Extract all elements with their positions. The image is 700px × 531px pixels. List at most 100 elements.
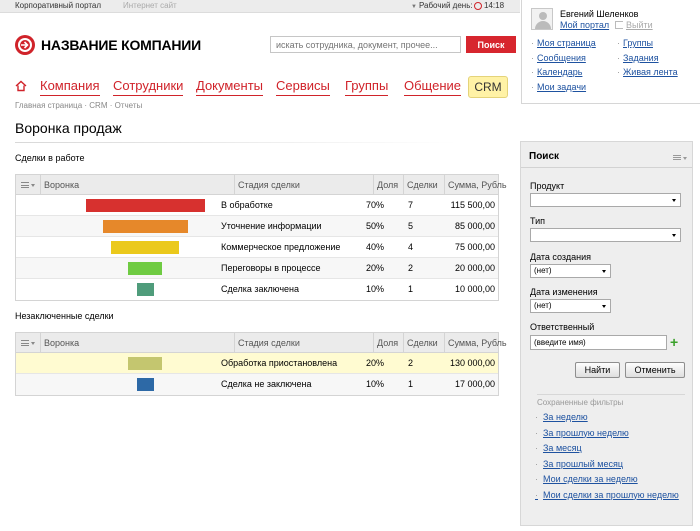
table-row[interactable]: Сделка заключена 10% 1 10 000,00 xyxy=(16,279,498,300)
product-select[interactable] xyxy=(530,193,681,207)
search-input[interactable] xyxy=(270,36,461,53)
share-cell: 10% xyxy=(365,379,384,389)
link-calendar[interactable]: · Календарь xyxy=(531,67,596,82)
link-messages[interactable]: · Сообщения xyxy=(531,53,596,68)
top-bar: Корпоративный портал Интернет сайт ▼ Рабо… xyxy=(0,0,520,13)
link-my-page[interactable]: · Моя страница xyxy=(531,38,596,53)
nav-documents[interactable]: Документы xyxy=(196,78,264,96)
title-divider xyxy=(15,142,457,143)
share-cell: 20% xyxy=(365,358,384,368)
table-header: Воронка Стадия сделки Доля Сделки Сумма,… xyxy=(16,333,507,353)
saved-filter-my-week[interactable]: · Мои сделки за неделю xyxy=(535,474,690,485)
column-deals[interactable]: Сделки xyxy=(403,175,444,194)
user-links-left: · Моя страница · Сообщения · Календарь · Мои… xyxy=(531,38,596,96)
column-stage[interactable]: Стадия сделки xyxy=(234,333,373,352)
nav-groups[interactable]: Группы xyxy=(345,78,389,96)
column-sum[interactable]: Сумма, Рубль xyxy=(444,333,507,352)
logout-icon xyxy=(615,21,623,29)
my-portal-link[interactable]: Мой портал xyxy=(560,20,609,30)
stage-cell: Сделка не заключена xyxy=(221,379,312,389)
responsible-input[interactable]: (введите имя) xyxy=(530,335,667,350)
changed-date-label: Дата изменения xyxy=(530,287,598,297)
deals-cell: 4 xyxy=(407,242,413,252)
type-select[interactable] xyxy=(530,228,681,242)
table-row[interactable]: Коммерческое предложение 40% 4 75 000,00 xyxy=(16,237,498,258)
chevron-down-icon xyxy=(672,199,676,202)
table-row[interactable]: Сделка не заключена 10% 1 17 000,00 xyxy=(16,374,498,395)
breadcrumb-crm[interactable]: CRM xyxy=(89,101,107,110)
nav-company[interactable]: Компания xyxy=(40,78,100,96)
saved-filter-last-month[interactable]: · За прошлый месяц xyxy=(535,459,690,470)
breadcrumb-home[interactable]: Главная страница xyxy=(15,101,82,110)
stage-cell: Переговоры в процессе xyxy=(221,263,321,273)
table-row[interactable]: Обработка приостановлена 20% 2 130 000,00 xyxy=(16,353,498,374)
breadcrumb-reports[interactable]: Отчеты xyxy=(115,101,143,110)
nav-communication[interactable]: Общение xyxy=(404,78,462,96)
sum-cell: 10 000,00 xyxy=(454,284,495,294)
menu-icon[interactable] xyxy=(673,155,681,160)
closed-deals-title: Незаключенные сделки xyxy=(15,311,114,321)
portal-tab[interactable]: Корпоративный портал xyxy=(15,1,101,10)
funnel-bar xyxy=(136,378,154,391)
changed-date-select[interactable]: (нет) xyxy=(530,299,611,313)
closed-deals-table: Воронка Стадия сделки Доля Сделки Сумма,… xyxy=(15,332,507,396)
home-icon[interactable] xyxy=(15,80,27,92)
nav-employees[interactable]: Сотрудники xyxy=(113,78,184,96)
table-row[interactable]: В обработке 70% 7 115 500,00 xyxy=(16,195,498,216)
company-name[interactable]: НАЗВАНИЕ КОМПАНИИ xyxy=(41,37,201,53)
saved-filter-month[interactable]: · За месяц xyxy=(535,443,690,454)
menu-icon xyxy=(21,182,29,188)
column-share[interactable]: Доля xyxy=(373,175,403,194)
column-menu[interactable] xyxy=(16,333,40,352)
funnel-bar xyxy=(128,357,162,370)
chevron-down-icon[interactable] xyxy=(683,157,687,160)
nav-services[interactable]: Сервисы xyxy=(276,78,330,96)
workday-status[interactable]: ▼ Рабочий день: xyxy=(411,1,473,10)
column-funnel[interactable]: Воронка xyxy=(40,333,234,352)
stage-cell: В обработке xyxy=(221,200,273,210)
user-box: Евгений Шеленков Мой портал Выйти · Моя с… xyxy=(521,0,700,104)
search-button[interactable]: Поиск xyxy=(466,36,516,53)
share-cell: 10% xyxy=(365,284,384,294)
table-row[interactable]: Переговоры в процессе 20% 2 20 000,00 xyxy=(16,258,498,279)
link-live-feed[interactable]: · Живая лента xyxy=(617,67,678,82)
avatar[interactable] xyxy=(531,8,553,30)
saved-filter-my-last-week[interactable]: · Мои сделки за прошлую неделю xyxy=(535,490,690,501)
filter-panel: Поиск Продукт Тип Дата создания (нет) Да… xyxy=(520,141,693,526)
column-sum[interactable]: Сумма, Рубль xyxy=(444,175,507,194)
column-funnel[interactable]: Воронка xyxy=(40,175,234,194)
cancel-button[interactable]: Отменить xyxy=(625,362,685,378)
saved-filters-title: Сохраненные фильтры xyxy=(537,398,624,407)
find-button[interactable]: Найти xyxy=(575,362,620,378)
link-tasks[interactable]: · Задания xyxy=(617,53,678,68)
deals-cell: 7 xyxy=(407,200,413,210)
column-stage[interactable]: Стадия сделки xyxy=(234,175,373,194)
stage-cell: Уточнение информации xyxy=(221,221,322,231)
column-deals[interactable]: Сделки xyxy=(403,333,444,352)
chevron-down-icon xyxy=(672,234,676,237)
logout-link[interactable]: Выйти xyxy=(626,20,653,30)
saved-filter-week[interactable]: · За неделю xyxy=(535,412,690,423)
sum-cell: 75 000,00 xyxy=(454,242,495,252)
logo-arrow-icon xyxy=(21,41,29,49)
created-date-select[interactable]: (нет) xyxy=(530,264,611,278)
table-row[interactable]: Уточнение информации 50% 5 85 000,00 xyxy=(16,216,498,237)
funnel-bar xyxy=(102,220,188,233)
link-my-tasks[interactable]: · Мои задачи xyxy=(531,82,596,97)
share-cell: 70% xyxy=(365,200,384,210)
deals-cell: 5 xyxy=(407,221,413,231)
sum-cell: 130 000,00 xyxy=(449,358,495,368)
column-share[interactable]: Доля xyxy=(373,333,403,352)
link-groups[interactable]: · Группы xyxy=(617,38,678,53)
user-links-right: · Группы · Задания · Живая лента xyxy=(617,38,678,82)
site-tab[interactable]: Интернет сайт xyxy=(123,1,177,10)
user-name: Евгений Шеленков xyxy=(560,9,639,19)
funnel-bar xyxy=(111,241,179,254)
saved-filter-last-week[interactable]: · За прошлую неделю xyxy=(535,428,690,439)
funnel-bar xyxy=(128,262,162,275)
add-responsible-icon[interactable]: + xyxy=(670,335,678,349)
active-deals-title: Сделки в работе xyxy=(15,153,85,163)
column-menu[interactable] xyxy=(16,175,40,194)
nav-crm[interactable]: CRM xyxy=(468,76,508,98)
sum-cell: 17 000,00 xyxy=(454,379,495,389)
